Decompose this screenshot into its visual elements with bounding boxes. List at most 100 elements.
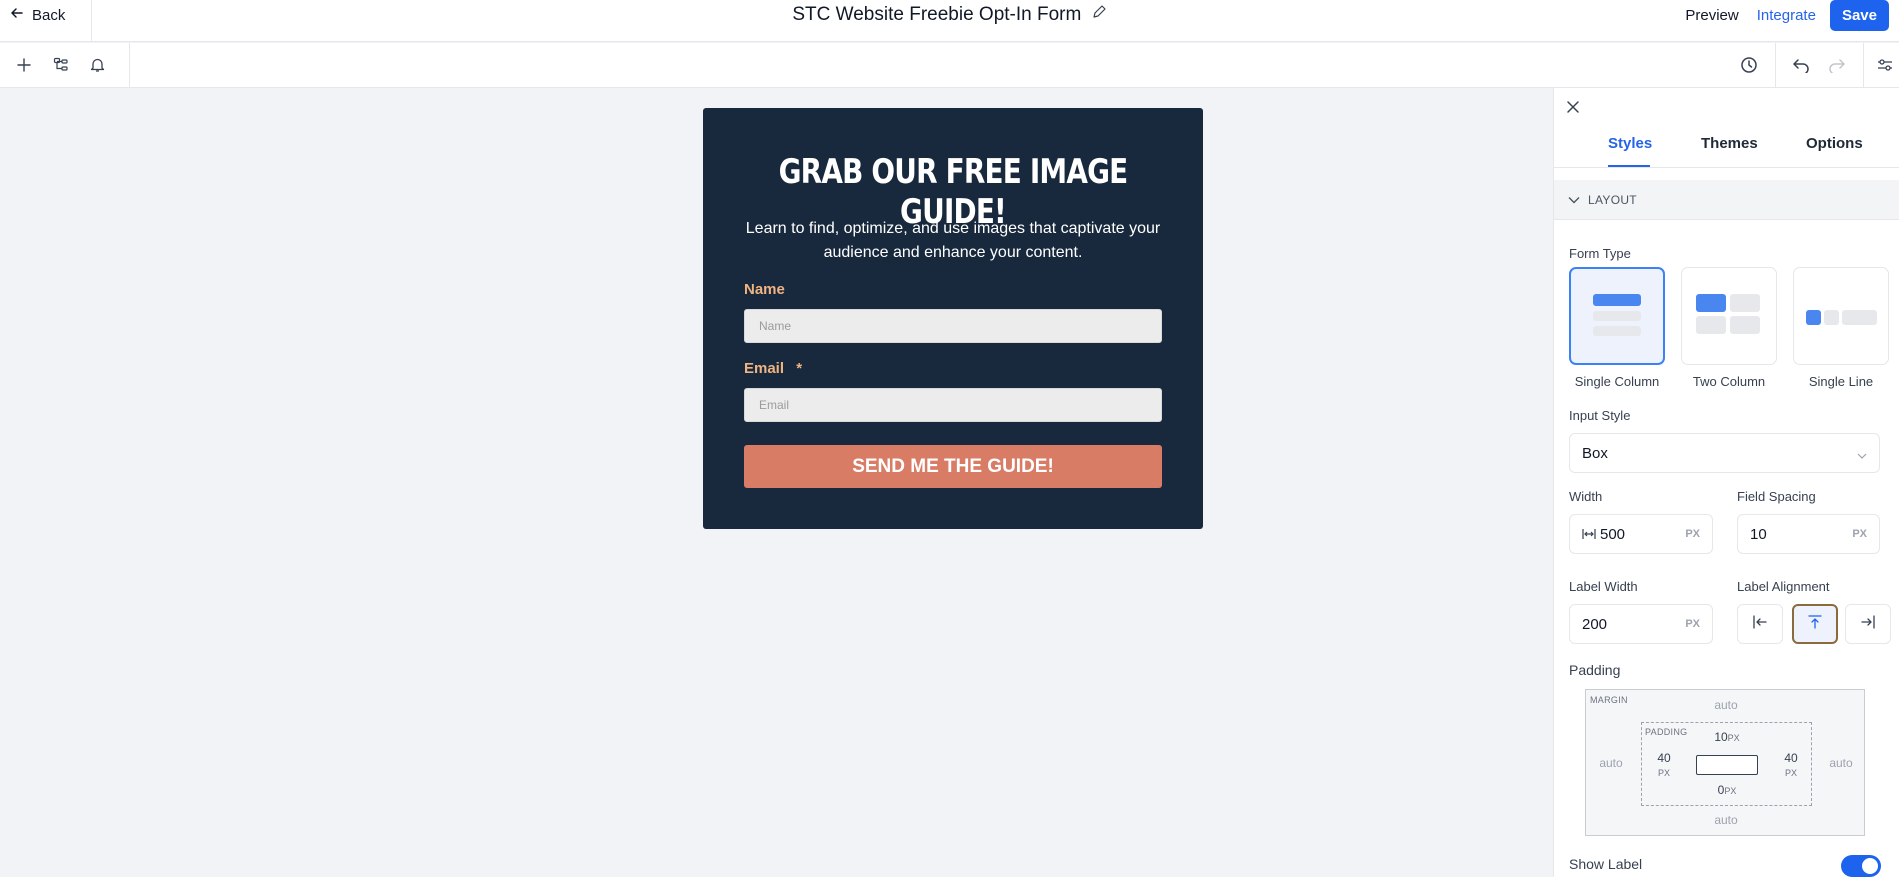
layout-preview-block xyxy=(1696,316,1726,334)
align-top-button[interactable] xyxy=(1792,604,1838,644)
history-icon[interactable] xyxy=(1738,54,1760,76)
field-spacing-input[interactable]: 10 PX xyxy=(1737,514,1880,554)
field-spacing-value: 10 xyxy=(1750,525,1767,543)
width-unit: PX xyxy=(1685,528,1700,540)
input-style-label: Input Style xyxy=(1569,408,1631,423)
margin-top-value[interactable]: auto xyxy=(1706,698,1746,712)
padding-left-number: 40 xyxy=(1657,751,1671,765)
label-width-unit: PX xyxy=(1685,618,1700,630)
chevron-down-icon xyxy=(1568,193,1580,207)
box-model-editor: MARGIN auto auto auto auto PADDING 10PX … xyxy=(1585,689,1865,836)
plus-icon[interactable] xyxy=(13,54,35,76)
margin-right-value[interactable]: auto xyxy=(1816,756,1866,770)
layout-preview-block xyxy=(1730,316,1760,334)
padding-right-number: 40 xyxy=(1784,751,1798,765)
padding-unit: PX xyxy=(1727,733,1740,743)
divider xyxy=(1863,43,1864,88)
name-input[interactable]: Name xyxy=(744,309,1162,343)
align-left-button[interactable] xyxy=(1737,604,1783,644)
padding-top-value[interactable]: 10PX xyxy=(1702,730,1752,744)
margin-left-value[interactable]: auto xyxy=(1586,756,1636,770)
editor-toolbar xyxy=(0,43,1899,88)
email-label-text: Email xyxy=(744,360,785,377)
sliders-icon[interactable] xyxy=(1874,54,1896,76)
style-panel: Styles Themes Options LAYOUT Form Type S… xyxy=(1553,88,1899,877)
label-width-label: Label Width xyxy=(1569,579,1638,594)
section-title: LAYOUT xyxy=(1588,192,1637,207)
padding-unit: PX xyxy=(1724,786,1737,796)
padding-top-number: 10 xyxy=(1714,730,1728,744)
padding-unit: PX xyxy=(1657,768,1670,778)
form-title-text: STC Website Freebie Opt-In Form xyxy=(792,4,1082,25)
padding-caption: PADDING xyxy=(1645,727,1688,737)
preview-button[interactable]: Preview xyxy=(1685,7,1738,24)
save-button[interactable]: Save xyxy=(1829,0,1889,31)
email-label: Email * xyxy=(744,360,802,377)
width-icon xyxy=(1582,528,1596,540)
field-spacing-unit: PX xyxy=(1852,528,1867,540)
layout-section-header[interactable]: LAYOUT xyxy=(1554,180,1899,220)
tab-themes[interactable]: Themes xyxy=(1701,135,1758,152)
form-type-single-column[interactable] xyxy=(1569,267,1665,365)
align-left-icon xyxy=(1752,614,1768,634)
margin-caption: MARGIN xyxy=(1590,695,1628,705)
active-tab-indicator xyxy=(1608,165,1650,167)
undo-icon[interactable] xyxy=(1790,54,1812,76)
padding-bottom-value[interactable]: 0PX xyxy=(1702,783,1752,797)
label-width-value: 200 xyxy=(1582,615,1608,633)
align-right-button[interactable] xyxy=(1845,604,1891,644)
layout-preview-block xyxy=(1593,294,1641,306)
email-input[interactable]: Email xyxy=(744,388,1162,422)
layout-preview-block xyxy=(1730,294,1760,312)
margin-bottom-value[interactable]: auto xyxy=(1706,813,1746,827)
submit-button[interactable]: SEND ME THE GUIDE! xyxy=(744,445,1162,488)
form-type-caption: Single Column xyxy=(1574,374,1660,389)
top-bar: Back STC Website Freebie Opt-In Form Pre… xyxy=(0,0,1899,42)
pencil-icon[interactable] xyxy=(1091,4,1107,26)
content-box xyxy=(1696,755,1758,775)
chevron-down-icon xyxy=(1857,447,1867,464)
layers-icon[interactable] xyxy=(50,54,72,76)
align-right-icon xyxy=(1860,614,1876,634)
header-actions: Preview Integrate Save xyxy=(1685,0,1889,31)
form-type-caption: Two Column xyxy=(1692,374,1766,389)
align-top-icon xyxy=(1808,614,1822,635)
redo-icon[interactable] xyxy=(1826,54,1848,76)
tab-options[interactable]: Options xyxy=(1806,135,1863,152)
input-style-select[interactable]: Box xyxy=(1569,433,1880,473)
bell-icon[interactable] xyxy=(86,54,108,76)
layout-preview-block xyxy=(1806,310,1821,325)
width-value: 500 xyxy=(1600,525,1626,543)
email-placeholder: Email xyxy=(759,398,790,412)
form-preview[interactable]: GRAB OUR FREE IMAGE GUIDE! Learn to find… xyxy=(703,108,1203,529)
layout-preview-block xyxy=(1842,310,1877,325)
padding-right-value[interactable]: 40 PX xyxy=(1773,751,1809,779)
layout-preview-block xyxy=(1593,311,1641,321)
name-placeholder: Name xyxy=(759,319,792,333)
form-type-label: Form Type xyxy=(1569,246,1631,261)
integrate-button[interactable]: Integrate xyxy=(1757,7,1816,24)
divider xyxy=(129,43,130,88)
tab-styles[interactable]: Styles xyxy=(1608,135,1652,152)
width-label: Width xyxy=(1569,489,1603,504)
field-spacing-label: Field Spacing xyxy=(1737,489,1816,504)
padding-box: PADDING 10PX 40 PX 40 PX 0PX xyxy=(1641,722,1812,806)
padding-unit: PX xyxy=(1784,768,1797,778)
divider xyxy=(1775,43,1776,88)
form-title[interactable]: STC Website Freebie Opt-In Form xyxy=(0,4,1899,26)
close-icon[interactable] xyxy=(1563,97,1583,117)
panel-tabs: Styles Themes Options xyxy=(1554,126,1899,168)
form-type-two-column[interactable] xyxy=(1681,267,1777,365)
form-type-single-line[interactable] xyxy=(1793,267,1889,365)
label-alignment-label: Label Alignment xyxy=(1737,579,1830,594)
layout-preview-block xyxy=(1696,294,1726,312)
show-label-toggle[interactable] xyxy=(1841,855,1881,877)
label-width-input[interactable]: 200 PX xyxy=(1569,604,1713,644)
form-type-caption: Single Line xyxy=(1808,374,1874,389)
width-input[interactable]: 500 PX xyxy=(1569,514,1713,554)
padding-label: Padding xyxy=(1569,662,1621,678)
name-label: Name xyxy=(744,281,785,298)
padding-left-value[interactable]: 40 PX xyxy=(1646,751,1682,779)
form-subheading: Learn to find, optimize, and use images … xyxy=(745,220,1161,261)
layout-preview-block xyxy=(1824,310,1839,325)
